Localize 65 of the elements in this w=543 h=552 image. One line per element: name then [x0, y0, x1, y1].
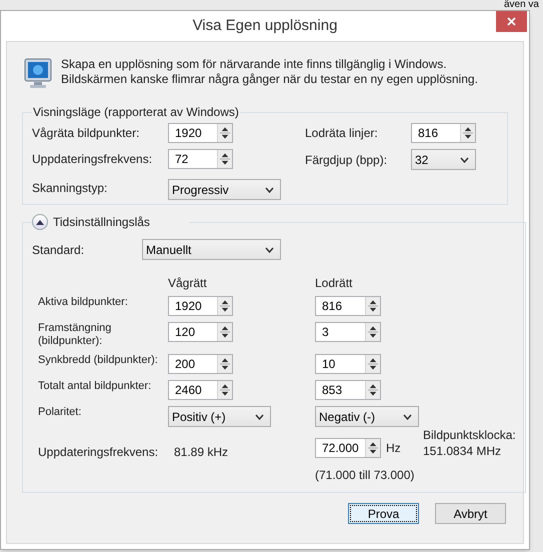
unit-label: Hz [386, 440, 401, 457]
spin-arrows-icon[interactable] [365, 297, 380, 315]
field-label: Synkbredd (bildpunkter): [38, 354, 159, 367]
chevron-icon [265, 186, 274, 192]
spin-field[interactable]: 3 [315, 322, 381, 342]
spin-field[interactable]: 2460 [168, 380, 233, 400]
spin-field[interactable]: 1920 [168, 123, 233, 143]
spin-field[interactable]: 72 [168, 149, 233, 169]
dropdown[interactable]: Negativ (-) [315, 406, 419, 427]
monitor-icon [24, 57, 52, 89]
chevron-icon [265, 246, 274, 252]
dropdown[interactable]: 32 [411, 149, 476, 170]
info-text: Skapa en upplösning som för närvarande inte finns tillgänglig i Windows. Bildskärmen kanske flimrar några gånger när du testar en ny egen upplösning. [61, 57, 479, 87]
group-legend: Tidsinställningslås [53, 213, 150, 231]
dialog-button[interactable]: Prova [348, 503, 419, 524]
spin-field[interactable]: 853 [315, 380, 381, 400]
field-label: Uppdateringsfrekvens: [38, 444, 160, 461]
field-label: Aktiva bildpunkter: [38, 296, 129, 309]
spin-arrows-icon[interactable] [217, 323, 232, 341]
column-header: Vågrätt [168, 275, 208, 292]
caret-icon [36, 220, 44, 224]
close-icon [507, 17, 516, 26]
spin-arrows-icon[interactable] [217, 381, 232, 399]
spin-field[interactable]: 816 [315, 296, 381, 316]
group-legend: Visningsläge (rapporterat av Windows) [32, 103, 240, 121]
dialog-button[interactable]: Avbryt [435, 503, 506, 524]
chevron-icon [460, 156, 469, 162]
range-text: (71.000 till 73.000) [315, 467, 416, 484]
spin-arrows-icon[interactable] [365, 381, 380, 399]
spin-field[interactable]: 10 [315, 354, 381, 374]
dropdown[interactable]: Positiv (+) [168, 406, 271, 427]
spin-arrows-icon[interactable] [217, 124, 232, 142]
chevron-icon [403, 414, 412, 420]
dropdown[interactable]: Progressiv [168, 179, 281, 200]
background-text: även va [504, 0, 539, 9]
pixel-clock-label: Bildpunktsklocka: [423, 429, 516, 442]
spin-field[interactable]: 200 [168, 354, 233, 374]
spin-field[interactable]: 72.000 [315, 438, 381, 458]
spin-arrows-icon[interactable] [217, 355, 232, 373]
collapse-button[interactable] [32, 214, 48, 230]
dropdown[interactable]: Manuellt [142, 239, 281, 260]
close-button[interactable] [496, 11, 527, 32]
field-label: Uppdateringsfrekvens: [32, 151, 154, 168]
spin-field[interactable]: 1920 [168, 296, 233, 316]
spin-field[interactable]: 120 [168, 322, 233, 342]
horizontal-frequency: 81.89 kHz [174, 444, 228, 461]
spin-arrows-icon[interactable] [217, 150, 232, 168]
spin-arrows-icon[interactable] [365, 439, 380, 457]
field-label: Framstängning (bildpunkter): [38, 322, 112, 348]
pixel-clock-value: 151.0834 MHz [423, 445, 502, 458]
chevron-icon [255, 414, 264, 420]
spin-arrows-icon[interactable] [365, 323, 380, 341]
spin-arrows-icon[interactable] [217, 297, 232, 315]
spin-arrows-icon[interactable] [460, 124, 475, 142]
field-label: Standard: [32, 242, 86, 258]
field-label: Vågräta bildpunkter: [32, 125, 140, 142]
field-label: Lodräta linjer: [305, 125, 379, 142]
window-title: Visa Egen upplösning [192, 16, 338, 36]
field-label: Färgdjup (bpp): [305, 152, 388, 168]
column-header: Lodrätt [315, 275, 352, 292]
spin-field[interactable]: 816 [411, 123, 476, 143]
field-label: Totalt antal bildpunkter: [38, 380, 152, 393]
field-label: Skanningstyp: [32, 180, 108, 197]
spin-arrows-icon[interactable] [365, 355, 380, 373]
field-label: Polaritet: [38, 406, 82, 419]
